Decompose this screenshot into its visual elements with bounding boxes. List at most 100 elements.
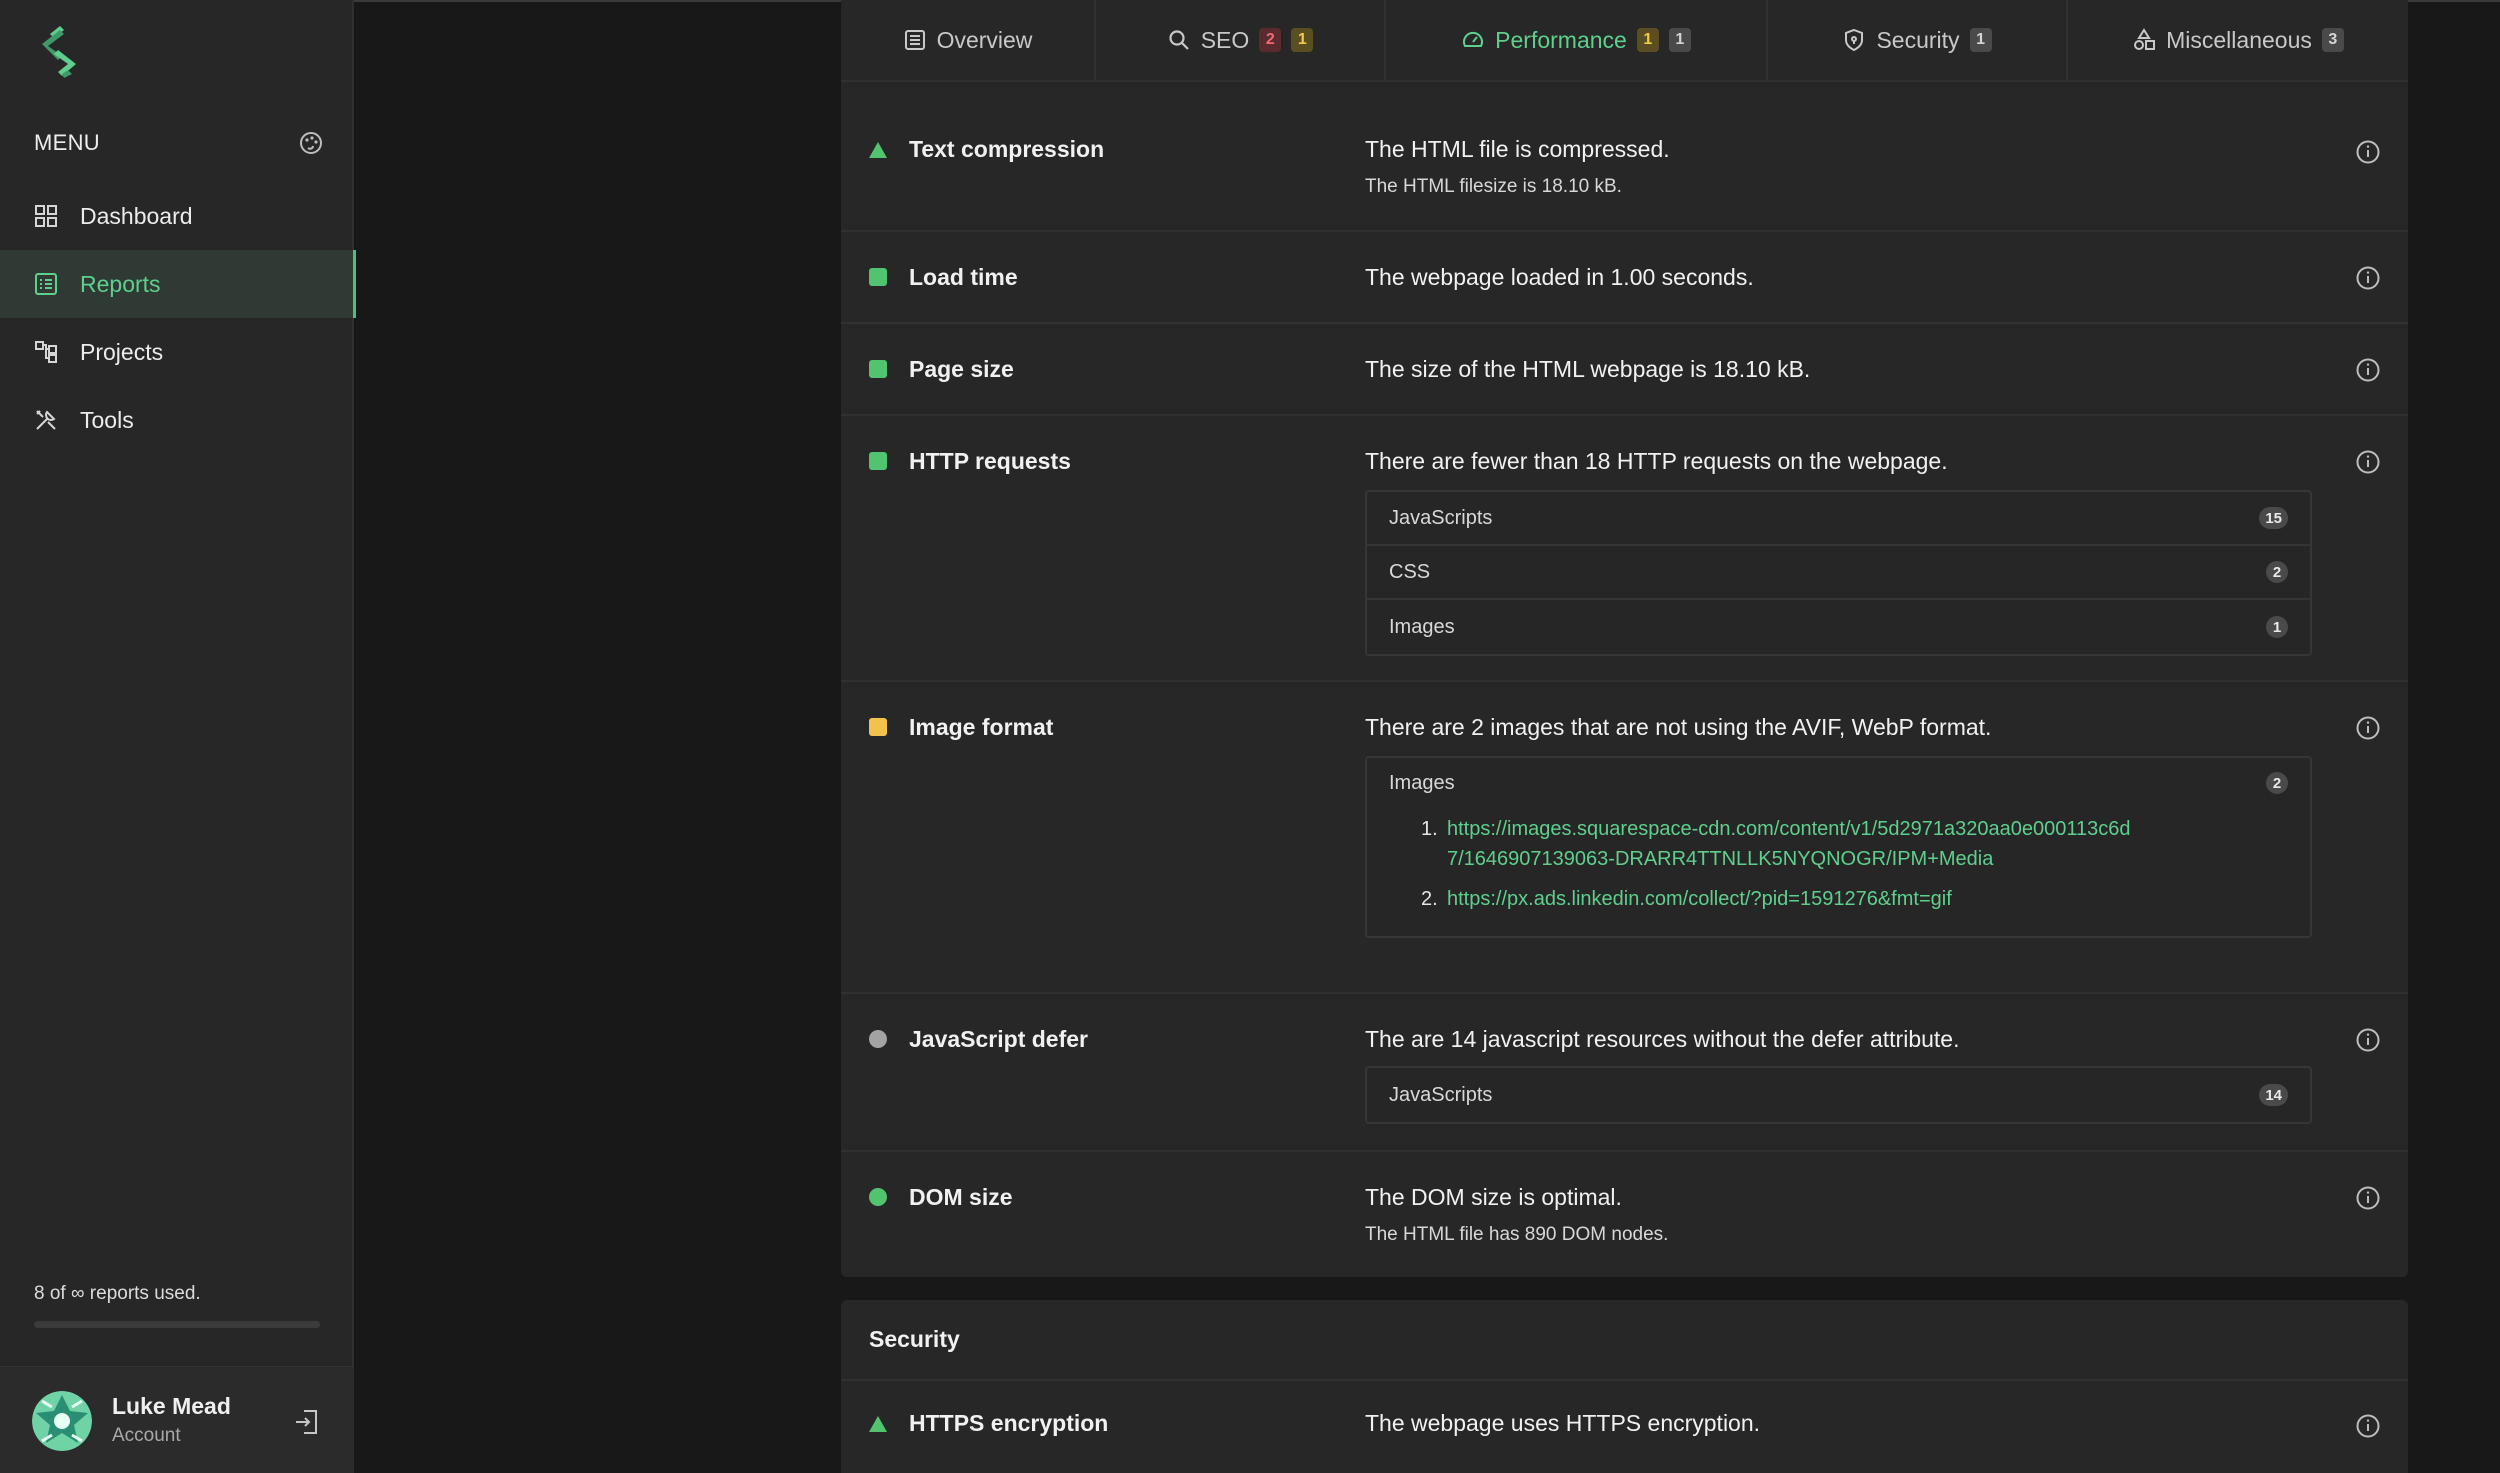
tab-overview[interactable]: Overview — [841, 0, 1096, 80]
list-item[interactable]: Images 1 — [1367, 600, 2310, 654]
result-row-dom-size: DOM size The DOM size is optimal. The HT… — [841, 1152, 2408, 1277]
info-count-badge: 1 — [1969, 28, 1992, 52]
row-message: There are fewer than 18 HTTP requests on… — [1365, 448, 1948, 474]
pass-square-icon — [869, 452, 887, 470]
tab-label: Performance — [1495, 26, 1627, 53]
performance-card: Overview SEO 2 1 Performance 1 1 Securit… — [841, 0, 2408, 1277]
image-list-box: Images 2 1. https://images.squarespace-c… — [1365, 756, 2312, 938]
row-detail: The HTML file has 890 DOM nodes. — [1365, 1224, 1669, 1245]
info-icon[interactable] — [2355, 357, 2381, 383]
info-icon[interactable] — [2355, 715, 2381, 741]
row-message: The size of the HTML webpage is 18.10 kB… — [1365, 356, 1811, 382]
result-row-text-compression: Text compression The HTML file is compre… — [841, 84, 2408, 232]
usage-text: 8 of ∞ reports used. — [34, 1283, 201, 1304]
sidebar-item-dashboard[interactable]: Dashboard — [0, 182, 354, 250]
count-badge: 2 — [2266, 561, 2288, 583]
sidebar-nav: Dashboard Reports Projects Tools — [0, 182, 356, 454]
warning-count-badge: 1 — [1291, 28, 1314, 52]
result-row-page-size: Page size The size of the HTML webpage i… — [841, 324, 2408, 416]
report-tabs: Overview SEO 2 1 Performance 1 1 Securit… — [841, 0, 2408, 82]
tab-security[interactable]: Security 1 — [1768, 0, 2068, 80]
tab-performance[interactable]: Performance 1 1 — [1386, 0, 1768, 80]
list-item[interactable]: JavaScripts 15 — [1367, 492, 2310, 546]
resource-type-label: CSS — [1389, 560, 1431, 583]
row-message: The HTML file is compressed. — [1365, 136, 1670, 162]
image-url-link[interactable]: https://images.squarespace-cdn.com/conte… — [1447, 814, 2137, 874]
menu-title: MENU — [34, 130, 100, 155]
tab-label: Miscellaneous — [2166, 26, 2312, 53]
info-icon[interactable] — [2355, 139, 2381, 165]
row-message: The are 14 javascript resources without … — [1365, 1026, 1960, 1052]
row-title: DOM size — [909, 1184, 1013, 1210]
tab-miscellaneous[interactable]: Miscellaneous 3 — [2068, 0, 2408, 80]
list-item: 1. https://images.squarespace-cdn.com/co… — [1421, 814, 2288, 874]
pass-circle-icon — [869, 1188, 887, 1206]
image-link-list: 1. https://images.squarespace-cdn.com/co… — [1367, 808, 2310, 936]
shapes-icon — [2132, 28, 2156, 52]
warning-count-badge: 1 — [1636, 28, 1659, 52]
usage-progress-bar — [34, 1321, 320, 1328]
warning-square-icon — [869, 718, 887, 736]
result-row-javascript-defer: JavaScript defer The are 14 javascript r… — [841, 994, 2408, 1152]
section-title: Security — [869, 1326, 960, 1352]
sidebar-item-label: Tools — [80, 406, 134, 433]
count-badge: 15 — [2259, 507, 2288, 529]
list-number: 1. — [1421, 818, 1438, 840]
info-icon[interactable] — [2355, 1185, 2381, 1211]
pass-triangle-icon — [869, 142, 887, 158]
user-name: Luke Mead — [112, 1393, 231, 1419]
list-item[interactable]: CSS 2 — [1367, 546, 2310, 600]
reports-icon — [34, 272, 58, 296]
info-count-badge: 3 — [2321, 28, 2344, 52]
row-message: The DOM size is optimal. — [1365, 1184, 1622, 1210]
row-message: The webpage uses HTTPS encryption. — [1365, 1410, 1761, 1436]
pass-triangle-icon — [869, 1416, 887, 1432]
info-icon[interactable] — [2355, 265, 2381, 291]
info-icon[interactable] — [2355, 1027, 2381, 1053]
info-icon[interactable] — [2355, 449, 2381, 475]
list-header[interactable]: Images 2 — [1367, 758, 2310, 808]
info-icon[interactable] — [2355, 1413, 2381, 1439]
dashboard-icon — [34, 204, 58, 228]
count-badge: 1 — [2266, 616, 2288, 638]
tab-seo[interactable]: SEO 2 1 — [1096, 0, 1386, 80]
row-detail: The HTML filesize is 18.10 kB. — [1365, 176, 1622, 197]
app-logo-icon[interactable] — [36, 26, 86, 78]
sidebar-item-label: Reports — [80, 270, 161, 297]
image-url-link[interactable]: https://px.ads.linkedin.com/collect/?pid… — [1447, 884, 2137, 914]
logout-icon[interactable] — [292, 1407, 322, 1437]
resource-type-label: Images — [1389, 771, 1455, 794]
account-panel[interactable]: Luke Mead Account — [0, 1366, 354, 1473]
palette-icon[interactable] — [298, 130, 324, 156]
search-icon — [1167, 28, 1191, 52]
row-message: There are 2 images that are not using th… — [1365, 714, 1992, 740]
list-item[interactable]: JavaScripts 14 — [1367, 1068, 2310, 1122]
gauge-icon — [1461, 28, 1485, 52]
tab-label: Overview — [936, 26, 1033, 53]
row-title: Load time — [909, 264, 1018, 290]
projects-icon — [34, 340, 58, 364]
row-title: HTTP requests — [909, 448, 1071, 474]
security-card: Security HTTPS encryption The webpage us… — [841, 1300, 2408, 1473]
user-account-label: Account — [112, 1425, 181, 1446]
sidebar-item-projects[interactable]: Projects — [0, 318, 354, 386]
sidebar-item-tools[interactable]: Tools — [0, 386, 354, 454]
sidebar-item-reports[interactable]: Reports — [0, 250, 356, 318]
row-title: JavaScript defer — [909, 1026, 1088, 1052]
row-message: The webpage loaded in 1.00 seconds. — [1365, 264, 1754, 290]
result-row-http-requests: HTTP requests There are fewer than 18 HT… — [841, 416, 2408, 682]
sidebar: MENU Dashboard Reports Projects Tools 8 … — [0, 0, 356, 1473]
avatar[interactable] — [32, 1391, 92, 1451]
error-count-badge: 2 — [1259, 28, 1282, 52]
row-title: Image format — [909, 714, 1054, 740]
result-row-image-format: Image format There are 2 images that are… — [841, 682, 2408, 994]
list-item: 2. https://px.ads.linkedin.com/collect/?… — [1421, 884, 2288, 914]
menu-header: MENU — [34, 128, 324, 158]
row-title: HTTPS encryption — [909, 1410, 1109, 1436]
row-title: Text compression — [909, 136, 1105, 162]
defer-breakdown-box: JavaScripts 14 — [1365, 1066, 2312, 1124]
count-badge: 14 — [2259, 1084, 2288, 1106]
tools-icon — [34, 408, 58, 432]
info-count-badge: 1 — [1668, 28, 1691, 52]
divider — [841, 1379, 2408, 1381]
